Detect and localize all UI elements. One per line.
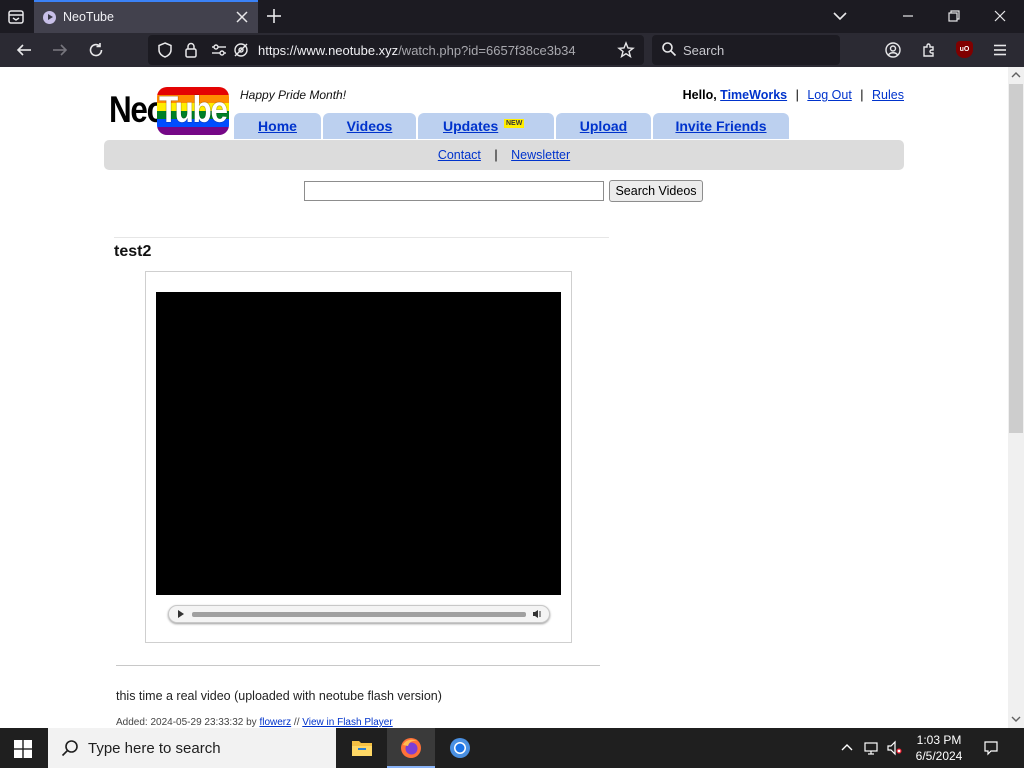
video-search-input[interactable]	[304, 181, 604, 201]
separator: |	[860, 88, 864, 102]
scroll-thumb[interactable]	[1009, 84, 1023, 433]
clock-date: 6/5/2024	[915, 749, 963, 763]
minimize-icon[interactable]	[900, 8, 916, 24]
player-controls	[168, 605, 550, 623]
close-tab-icon[interactable]	[234, 9, 250, 25]
separator: |	[494, 148, 498, 162]
username-link[interactable]: TimeWorks	[720, 88, 787, 102]
clock-time: 1:03 PM	[916, 733, 962, 747]
seek-slider[interactable]	[192, 612, 526, 617]
taskbar-clock[interactable]: 1:03 PM 6/5/2024	[906, 732, 972, 764]
url-text[interactable]: https://www.neotube.xyz/watch.php?id=665…	[258, 43, 603, 58]
scroll-down-arrow-icon[interactable]	[1011, 714, 1021, 724]
play-icon[interactable]	[178, 610, 184, 618]
contact-link[interactable]: Contact	[438, 148, 481, 162]
tab-title: NeoTube	[63, 10, 114, 24]
nav-tab-invite-friends[interactable]: Invite Friends	[653, 113, 789, 139]
volume-muted-icon[interactable]	[886, 740, 902, 756]
firefox-icon	[401, 738, 421, 758]
restore-icon[interactable]	[946, 8, 962, 24]
notifications-icon[interactable]	[983, 740, 999, 756]
nav-tab-updates-label: Updates	[443, 118, 499, 134]
extensions-puzzle-icon[interactable]	[920, 41, 938, 59]
rules-link[interactable]: Rules	[872, 88, 904, 102]
divider	[116, 665, 600, 666]
nav-tab-updates[interactable]: Updates NEW	[418, 113, 554, 139]
user-links: Hello, TimeWorks | Log Out | Rules	[683, 88, 904, 102]
pride-tagline: Happy Pride Month!	[240, 88, 347, 102]
taskbar-file-explorer[interactable]	[338, 728, 386, 768]
close-window-icon[interactable]	[992, 8, 1008, 24]
browser-search-bar[interactable]: Search	[652, 35, 840, 65]
page-scrollbar[interactable]	[1008, 67, 1024, 728]
video-player	[145, 271, 572, 643]
nav-tab-videos[interactable]: Videos	[323, 113, 416, 139]
newsletter-link[interactable]: Newsletter	[511, 148, 570, 162]
taskbar-chrome[interactable]	[436, 728, 484, 768]
tracking-protection-off-icon[interactable]	[232, 41, 250, 59]
chrome-icon	[450, 738, 470, 758]
network-icon[interactable]	[863, 740, 879, 756]
browser-search-placeholder: Search	[683, 43, 725, 58]
uploader-link[interactable]: flowerz	[259, 717, 291, 728]
chevron-down-icon[interactable]	[832, 8, 848, 24]
file-explorer-icon	[352, 741, 372, 756]
logout-link[interactable]: Log Out	[807, 88, 851, 102]
neotube-favicon-icon	[43, 11, 56, 24]
url-path: /watch.php?id=6657f38ce3b34	[398, 43, 576, 58]
neotube-logo[interactable]: Neo Tube	[109, 85, 231, 137]
windows-taskbar: Type here to search 1:03 PM 6/5/2024	[0, 728, 1024, 768]
sub-nav-bar: Contact | Newsletter	[104, 140, 904, 170]
windows-start-icon[interactable]	[14, 740, 32, 758]
taskbar-firefox[interactable]	[387, 728, 435, 768]
search-icon	[61, 740, 78, 757]
ublock-origin-icon[interactable]: uO	[956, 41, 973, 58]
lock-icon[interactable]	[182, 41, 200, 59]
forward-arrow-icon[interactable]	[51, 41, 69, 59]
browser-tab-bar: NeoTube	[0, 0, 1024, 33]
new-badge: NEW	[504, 119, 525, 128]
browser-nav-bar: https://www.neotube.xyz/watch.php?id=665…	[0, 33, 1024, 67]
taskbar-search-placeholder: Type here to search	[88, 740, 221, 757]
tray-chevron-up-icon[interactable]	[839, 740, 855, 756]
video-title: test2	[114, 243, 152, 260]
video-description: this time a real video (uploaded with ne…	[116, 689, 442, 703]
view-in-flash-player-link[interactable]: View in Flash Player	[302, 717, 392, 728]
permissions-icon[interactable]	[210, 41, 228, 59]
page-viewport: Neo Tube Happy Pride Month! Hello, TimeW…	[0, 67, 1008, 728]
logo-tube-text: Tube	[159, 89, 228, 130]
url-host: https://www.neotube.xyz	[258, 43, 399, 58]
divider	[114, 237, 609, 238]
nav-tab-upload[interactable]: Upload	[556, 113, 651, 139]
volume-icon[interactable]	[533, 610, 541, 618]
scroll-up-arrow-icon[interactable]	[1011, 70, 1021, 80]
tab-list-icon[interactable]	[6, 7, 26, 27]
meta-separator: //	[293, 717, 300, 728]
bookmark-star-icon[interactable]	[617, 41, 635, 59]
hamburger-menu-icon[interactable]	[991, 41, 1009, 59]
back-arrow-icon[interactable]	[15, 41, 33, 59]
search-videos-button[interactable]: Search Videos	[609, 180, 703, 202]
separator: |	[795, 88, 799, 102]
account-icon[interactable]	[884, 41, 902, 59]
search-icon	[662, 42, 677, 57]
added-label: Added: 2024-05-29 23:33:32 by	[116, 717, 257, 728]
nav-tab-home[interactable]: Home	[234, 113, 321, 139]
url-bar[interactable]: https://www.neotube.xyz/watch.php?id=665…	[148, 35, 644, 65]
video-screen[interactable]	[156, 292, 561, 595]
shield-icon[interactable]	[156, 41, 174, 59]
video-meta: Added: 2024-05-29 23:33:32 by flowerz //…	[116, 717, 393, 728]
browser-tab-neotube[interactable]: NeoTube	[34, 0, 258, 33]
taskbar-search-box[interactable]: Type here to search	[48, 728, 336, 768]
reload-icon[interactable]	[87, 41, 105, 59]
new-tab-plus-icon[interactable]	[265, 7, 283, 25]
hello-label: Hello,	[682, 88, 717, 102]
